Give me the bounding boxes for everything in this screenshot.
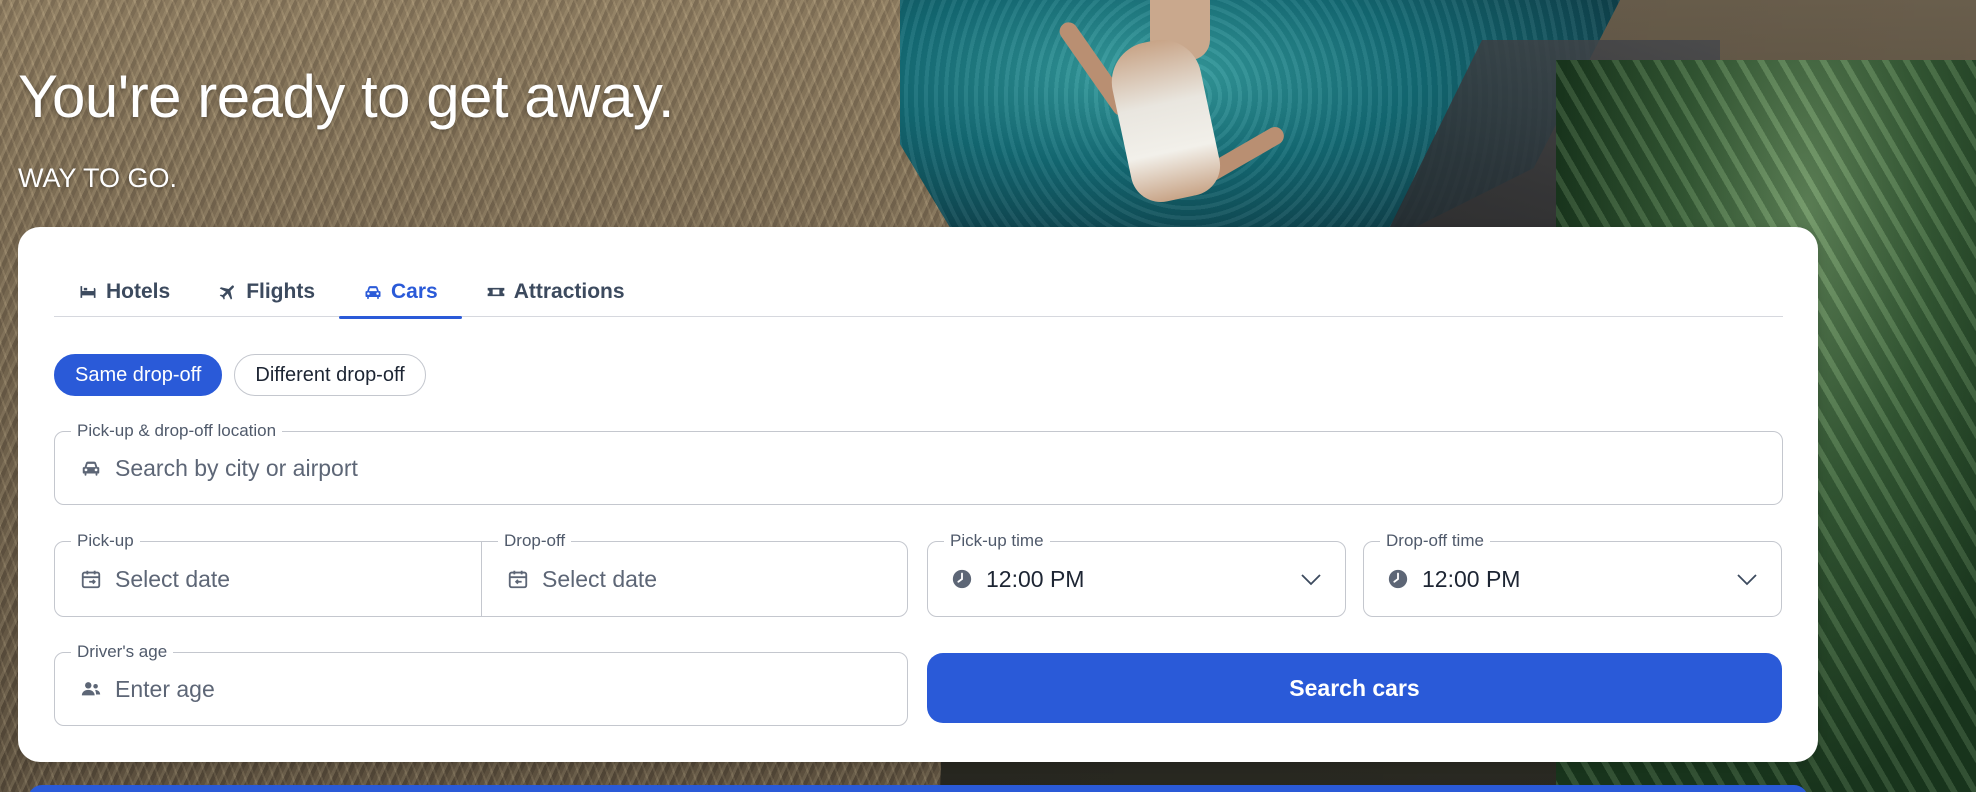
date-range-field: Pick-up Select date Drop-off Select date bbox=[54, 530, 909, 617]
driver-age-label: Driver's age bbox=[71, 641, 174, 663]
tab-cars[interactable]: Cars bbox=[339, 267, 462, 319]
calendar-in-icon bbox=[506, 567, 530, 591]
dropoff-time-select[interactable]: Drop-off time 12:00 PM bbox=[1363, 530, 1782, 617]
tab-hotels[interactable]: Hotels bbox=[54, 267, 194, 317]
people-icon bbox=[79, 677, 103, 701]
plane-icon bbox=[219, 285, 235, 300]
location-label: Pick-up & drop-off location bbox=[71, 420, 283, 442]
car-icon bbox=[79, 456, 103, 480]
dropoff-time-label: Drop-off time bbox=[1380, 530, 1490, 552]
driver-age-input[interactable]: Enter age bbox=[115, 676, 215, 703]
pickup-time-label: Pick-up time bbox=[944, 530, 1050, 552]
search-card: Hotels Flights Cars Attractions Same dro… bbox=[18, 227, 1818, 762]
chevron-down-icon bbox=[1301, 574, 1321, 586]
clock-icon bbox=[1386, 567, 1410, 591]
tab-flights[interactable]: Flights bbox=[194, 267, 339, 317]
hero-headline: You're ready to get away. bbox=[18, 63, 675, 130]
pickup-date-label: Pick-up bbox=[71, 530, 140, 552]
swimmer-image bbox=[1030, 0, 1290, 230]
hero-subheadline: WAY TO GO. bbox=[18, 163, 178, 193]
dropoff-date-input[interactable]: Select date bbox=[542, 566, 657, 593]
search-cars-button[interactable]: Search cars bbox=[927, 653, 1782, 723]
dropoff-date-label: Drop-off bbox=[498, 530, 572, 552]
tab-label: Hotels bbox=[106, 280, 171, 303]
same-dropoff-button[interactable]: Same drop-off bbox=[54, 354, 223, 396]
car-icon bbox=[365, 286, 381, 300]
location-input[interactable]: Search by city or airport bbox=[115, 455, 358, 482]
pickup-date-field[interactable]: Pick-up Select date bbox=[55, 530, 482, 616]
driver-age-field[interactable]: Driver's age Enter age bbox=[54, 641, 908, 726]
tab-attractions[interactable]: Attractions bbox=[462, 267, 649, 317]
dropoff-toggle: Same drop-off Different drop-off bbox=[54, 354, 426, 396]
pickup-time-value: 12:00 PM bbox=[986, 565, 1085, 592]
tab-label: Flights bbox=[246, 280, 316, 303]
location-field[interactable]: Pick-up & drop-off location Search by ci… bbox=[54, 420, 1783, 505]
clock-icon bbox=[950, 567, 974, 591]
ticket-icon bbox=[487, 287, 505, 297]
pickup-time-select[interactable]: Pick-up time 12:00 PM bbox=[927, 530, 1346, 617]
bottom-banner-edge bbox=[28, 785, 1808, 792]
calendar-out-icon bbox=[79, 567, 103, 591]
tab-label: Cars bbox=[391, 280, 438, 303]
dropoff-date-field[interactable]: Drop-off Select date bbox=[482, 530, 909, 616]
dropoff-time-value: 12:00 PM bbox=[1422, 565, 1521, 592]
bed-icon bbox=[80, 286, 96, 298]
tab-label: Attractions bbox=[513, 280, 625, 303]
search-tabs: Hotels Flights Cars Attractions bbox=[54, 267, 1783, 319]
chevron-down-icon bbox=[1737, 574, 1757, 586]
pickup-date-input[interactable]: Select date bbox=[115, 566, 230, 593]
different-dropoff-button[interactable]: Different drop-off bbox=[234, 354, 426, 396]
